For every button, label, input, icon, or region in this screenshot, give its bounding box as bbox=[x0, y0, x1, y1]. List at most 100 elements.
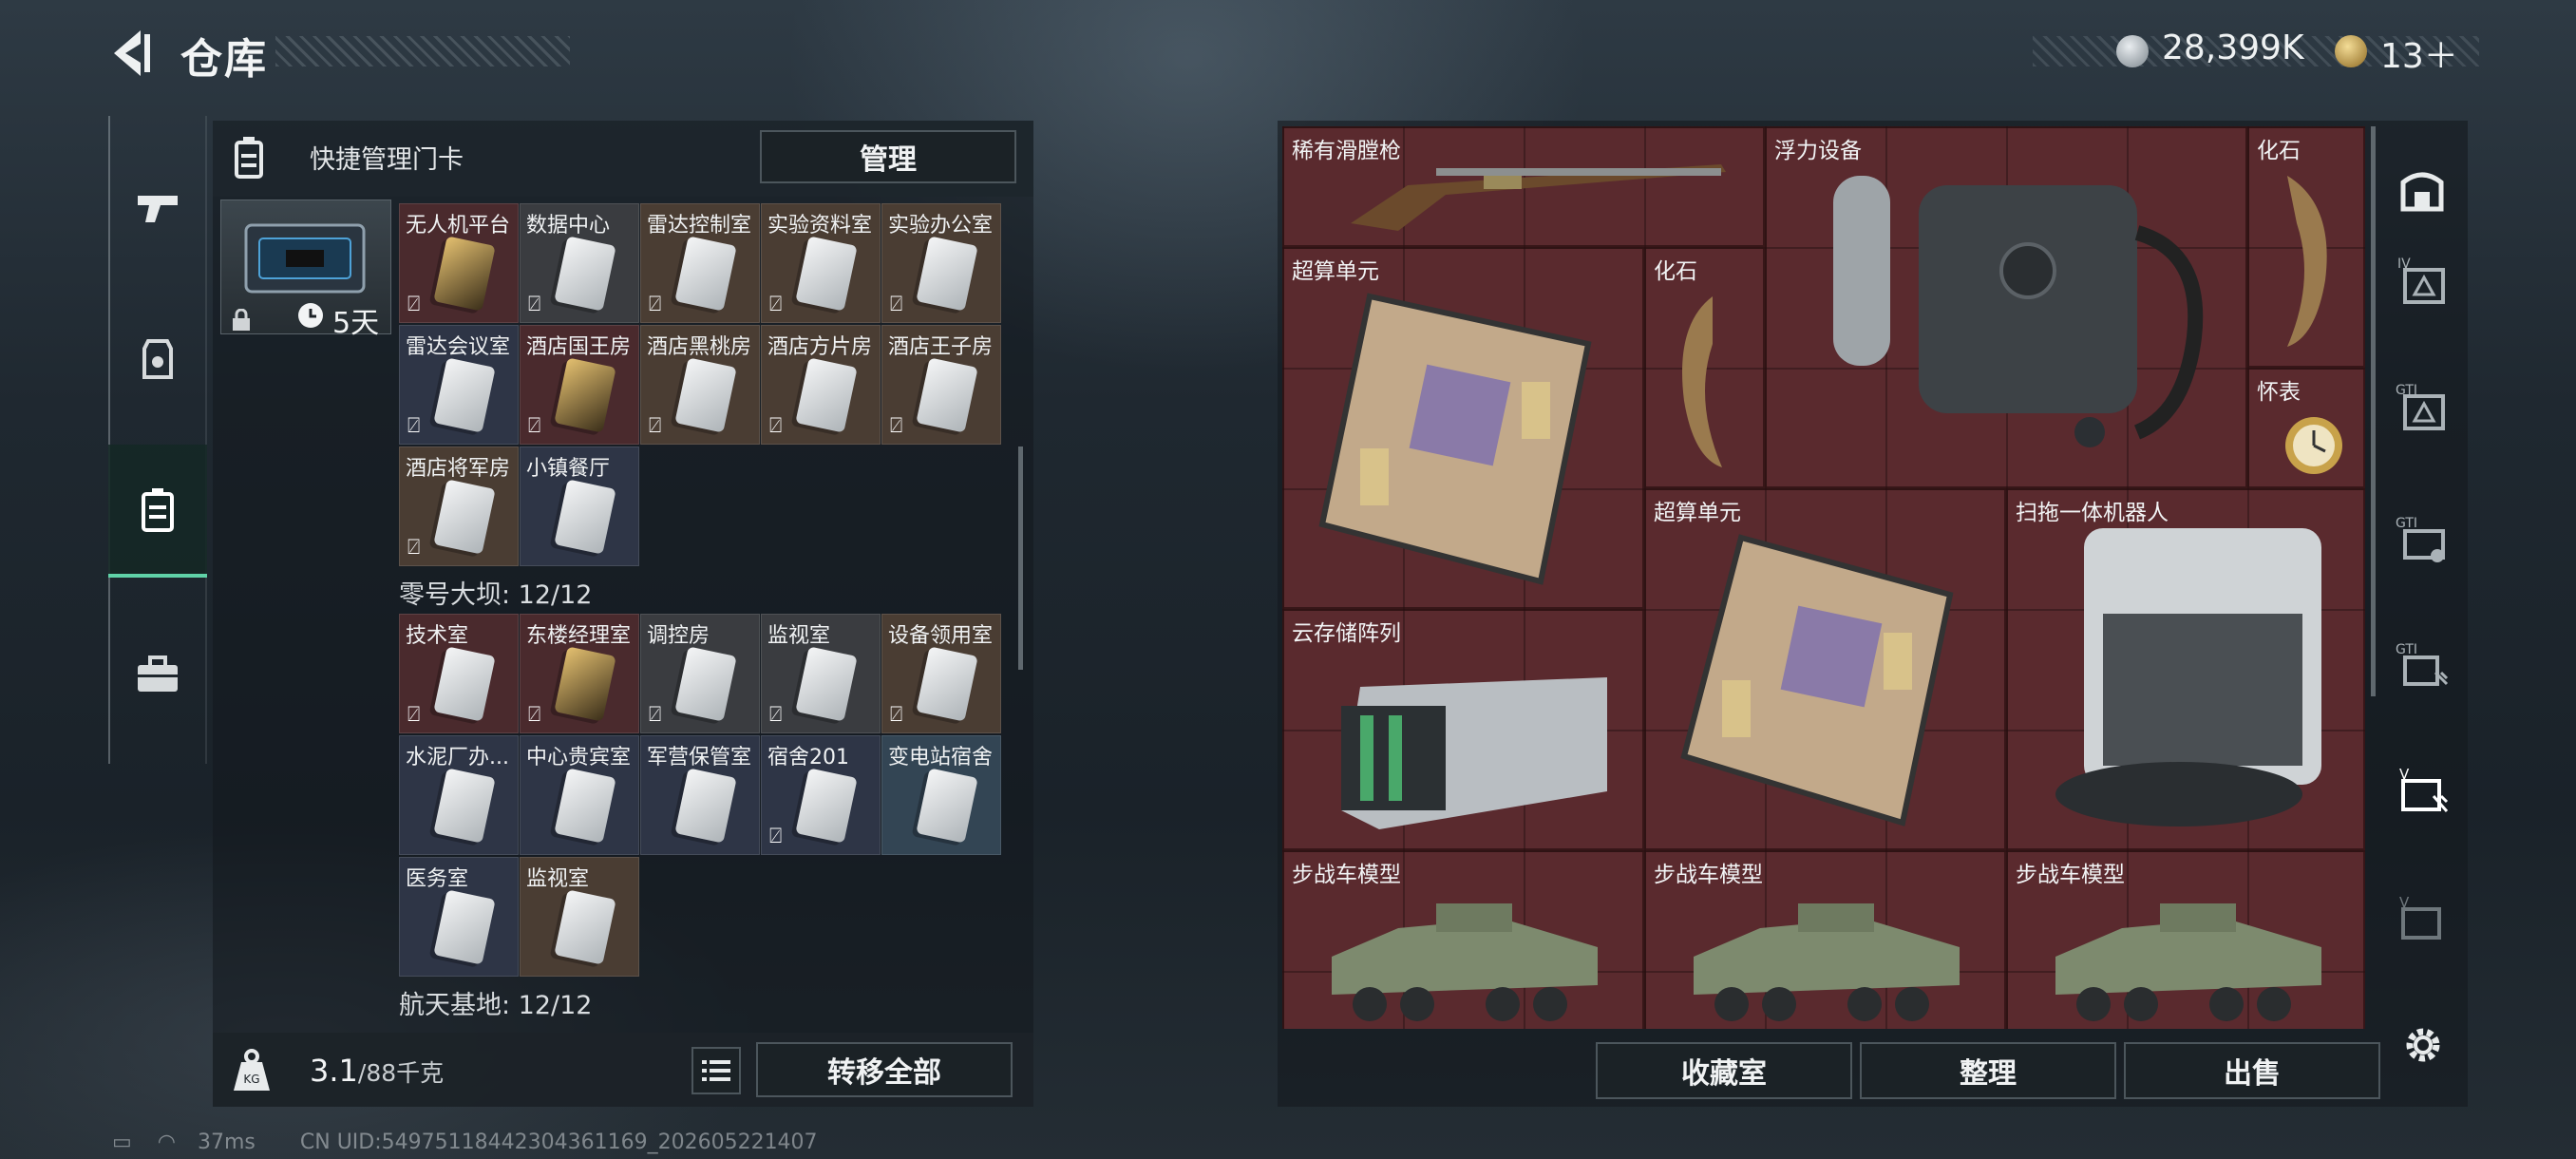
nav-keycards[interactable] bbox=[108, 445, 207, 578]
keycard-slot[interactable]: 调控房 ⍁ bbox=[640, 614, 760, 733]
keycard-name: 酒店国王房 bbox=[526, 335, 632, 359]
no-insure-icon: ⍁ bbox=[890, 703, 903, 727]
keycard-slot[interactable]: 雷达控制室 ⍁ bbox=[640, 203, 760, 323]
uid-text: CN UID:549751184423043611​69_20260522140… bbox=[299, 1130, 818, 1154]
keycard-image bbox=[554, 646, 616, 722]
no-insure-icon: ⍁ bbox=[649, 414, 662, 438]
nav-toolbox[interactable] bbox=[108, 608, 207, 741]
status-bar: ▭ ◠ 37ms CN UID:549751184423043611​69_20… bbox=[112, 1130, 818, 1154]
keycard-name: 东楼经理室 bbox=[526, 624, 632, 648]
safe-box-icon bbox=[2400, 172, 2444, 212]
container-tab-gti-2[interactable]: GTI bbox=[2392, 508, 2453, 569]
keycard-name: 无人机平台 bbox=[406, 214, 511, 238]
no-insure-icon: ⍁ bbox=[407, 293, 421, 316]
manage-button[interactable]: 管理 bbox=[760, 130, 1016, 183]
container-tab-v-1[interactable]: V bbox=[2392, 760, 2453, 821]
keycard-slot[interactable]: 医务室 bbox=[399, 857, 519, 977]
keycard-slot[interactable]: 设备领用室 ⍁ bbox=[881, 614, 1001, 733]
stash-item[interactable]: 化石 bbox=[2247, 126, 2365, 368]
ifv-model-image bbox=[1694, 903, 1960, 1021]
keycard-slot[interactable]: 实验资料室 ⍁ bbox=[761, 203, 881, 323]
container-gti-icon: GTI bbox=[2396, 383, 2445, 430]
keycard-name: 酒店方片房 bbox=[767, 335, 873, 359]
keycard-slot[interactable]: 酒店国王房 ⍁ bbox=[520, 325, 639, 445]
currency-gold-amount[interactable]: 13＋ bbox=[2380, 28, 2458, 78]
battery-icon: ▭ bbox=[112, 1130, 132, 1154]
keycard-slot[interactable]: 小镇餐厅 bbox=[520, 446, 639, 566]
keycard-slot[interactable]: 数据中心 ⍁ bbox=[520, 203, 639, 323]
back-arrow-icon[interactable] bbox=[106, 27, 156, 80]
keycard-image bbox=[433, 357, 496, 433]
keycard-slot[interactable]: 实验办公室 ⍁ bbox=[881, 203, 1001, 323]
transfer-all-button[interactable]: 转移全部 bbox=[756, 1042, 1013, 1097]
keycard-slot[interactable]: 军营保管室 bbox=[640, 735, 760, 855]
keycard-slot[interactable]: 中心贵宾室 bbox=[520, 735, 639, 855]
keycard-slot[interactable]: 无人机平台 ⍁ bbox=[399, 203, 519, 323]
keycard-slot[interactable]: 监视室 ⍁ bbox=[761, 614, 881, 733]
gun-icon bbox=[138, 196, 178, 222]
no-insure-icon: ⍁ bbox=[528, 703, 541, 727]
stash-item[interactable]: 浮力设备 bbox=[1765, 126, 2247, 488]
keycard-slot[interactable]: 酒店王子房 ⍁ bbox=[881, 325, 1001, 445]
keycard-slot[interactable]: 酒店将军房 ⍁ bbox=[399, 446, 519, 566]
fossil-image bbox=[1682, 296, 1722, 467]
keycard-scrollbar[interactable] bbox=[1018, 446, 1023, 670]
stash-item[interactable]: 步战车模型 bbox=[1644, 850, 2006, 1029]
gear-icon[interactable] bbox=[2399, 1021, 2447, 1069]
keycard-name: 监视室 bbox=[767, 624, 831, 648]
weight-readout: 3.1/88千克 bbox=[310, 1053, 444, 1089]
no-insure-icon: ⍁ bbox=[769, 703, 783, 727]
no-insure-icon: ⍁ bbox=[407, 536, 421, 560]
keycard-slot[interactable]: 监视室 bbox=[520, 857, 639, 977]
stash-item[interactable]: 化石 bbox=[1644, 247, 1765, 488]
stash-item[interactable]: 怀表 bbox=[2247, 368, 2365, 488]
container-tab-gti-1[interactable]: GTI bbox=[2392, 375, 2453, 436]
weight-icon: KG bbox=[234, 1049, 270, 1091]
keycard-slot[interactable]: 东楼经理室 ⍁ bbox=[520, 614, 639, 733]
keycard-image bbox=[554, 889, 616, 965]
keycard-slot[interactable]: 雷达会议室 ⍁ bbox=[399, 325, 519, 445]
weight-value: 3.1 bbox=[310, 1053, 358, 1089]
pocket-watch-image bbox=[2285, 417, 2342, 474]
stash-item[interactable]: 云存储阵列 bbox=[1282, 609, 1644, 850]
keycard-slot[interactable]: 酒店黑桃房 ⍁ bbox=[640, 325, 760, 445]
keycard-name: 实验资料室 bbox=[767, 214, 873, 238]
stash-item[interactable]: 扫拖一体机器人 bbox=[2006, 488, 2365, 850]
container-gti-icon: GTI bbox=[2396, 642, 2449, 686]
container-tab-v-2[interactable]: V bbox=[2392, 888, 2453, 949]
container-tab-iv[interactable]: IV bbox=[2392, 249, 2453, 310]
buoyancy-device-image bbox=[1833, 176, 2204, 447]
no-insure-icon: ⍁ bbox=[407, 414, 421, 438]
container-iv-icon: IV bbox=[2397, 256, 2445, 304]
keycard-icon bbox=[142, 488, 174, 532]
stash-item[interactable]: 超算单元 bbox=[1282, 247, 1644, 609]
nav-armor[interactable] bbox=[108, 294, 207, 428]
collection-room-button[interactable]: 收藏室 bbox=[1596, 1042, 1852, 1099]
stash-item[interactable]: 稀有滑膛枪 bbox=[1282, 126, 1765, 247]
keycard-slot[interactable]: 技术室 ⍁ bbox=[399, 614, 519, 733]
container-tab-safe[interactable] bbox=[2392, 160, 2453, 220]
list-view-button[interactable] bbox=[691, 1047, 741, 1094]
stash-item[interactable]: 步战车模型 bbox=[1282, 850, 1644, 1029]
ifv-model-image bbox=[2055, 903, 2321, 1021]
keycard-slot[interactable]: 变电站宿舍 bbox=[881, 735, 1001, 855]
stash-item[interactable]: 步战车模型 bbox=[2006, 850, 2365, 1029]
container-tab-gti-3[interactable]: GTI bbox=[2392, 635, 2453, 695]
keycard-slot[interactable]: 宿舍201 ⍁ bbox=[761, 735, 881, 855]
organize-button[interactable]: 整理 bbox=[1860, 1042, 2116, 1099]
item-name: 云存储阵列 bbox=[1292, 621, 1401, 646]
keycard-name: 水泥厂办... bbox=[406, 746, 509, 770]
stash-item[interactable]: 超算单元 bbox=[1644, 488, 2006, 850]
nav-weapon[interactable] bbox=[108, 142, 207, 276]
keycard-name: 实验办公室 bbox=[888, 214, 994, 238]
keycard-name: 小镇餐厅 bbox=[526, 457, 611, 481]
keycard-slot[interactable]: 酒店方片房 ⍁ bbox=[761, 325, 881, 445]
title-decor bbox=[275, 36, 570, 66]
sell-button[interactable]: 出售 bbox=[2124, 1042, 2380, 1099]
currency-silver-amount: 28,399K bbox=[2162, 28, 2304, 67]
ifv-model-image bbox=[1332, 903, 1598, 1021]
keycard-slot[interactable]: 水泥厂办... bbox=[399, 735, 519, 855]
stash-scrollbar[interactable] bbox=[2371, 126, 2376, 696]
svg-text:GTI: GTI bbox=[2396, 516, 2417, 531]
supercomputer-unit-image bbox=[1680, 534, 1954, 826]
